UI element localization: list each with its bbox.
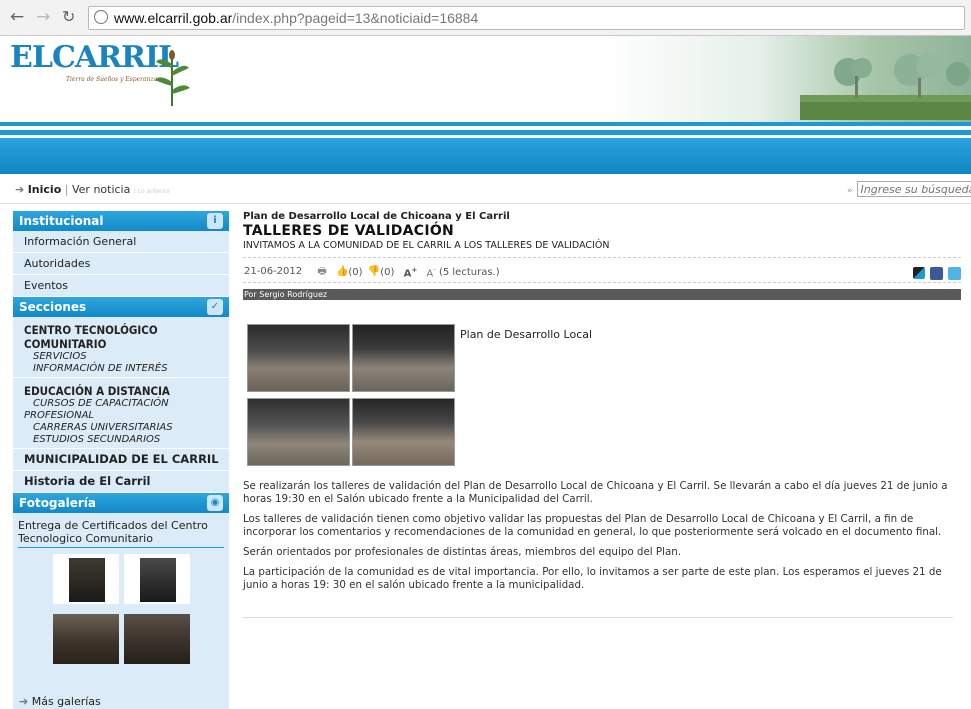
sidebar-subitem-cursos-cont[interactable]: PROFESIONAL: [24, 410, 229, 422]
fotogaleria-header[interactable]: Fotogalería ◉: [13, 493, 229, 513]
sidebar-subitem-carreras[interactable]: CARRERAS UNIVERSITARIAS: [24, 422, 229, 434]
reload-icon[interactable]: ↻: [62, 8, 75, 26]
gallery-thumbnail[interactable]: [53, 554, 119, 604]
search-box: »: [847, 181, 971, 197]
sidebar-group-ctc: CENTRO TECNOLÓGICO COMUNITARIO SERVICIOS…: [13, 317, 229, 378]
gallery-thumbnail[interactable]: [124, 554, 190, 604]
check-icon: ✓: [207, 299, 223, 315]
article-paragraph: Los talleres de validación tienen como o…: [243, 513, 942, 538]
landscape-image: [800, 54, 971, 120]
site-tagline: Tierra de Sueños y Esperanzas: [66, 76, 161, 83]
delicious-icon[interactable]: [912, 267, 925, 279]
gallery-title-link[interactable]: Entrega de Certificados del Centro Tecno…: [18, 519, 224, 548]
increase-font-icon[interactable]: A+: [404, 258, 418, 286]
reads-count: (5 lecturas.): [438, 267, 500, 279]
sidebar-group-educacion: EDUCACIÓN A DISTANCIA CURSOS DE CAPACITA…: [13, 378, 229, 449]
secciones-title: Secciones: [19, 300, 87, 314]
share-buttons: [911, 262, 961, 286]
more-galleries-label: Más galerías: [31, 695, 101, 708]
breadcrumb-bar: ➔ Inicio | Ver noticia | Lo anterior »: [0, 175, 971, 204]
gallery-thumbnail[interactable]: [124, 614, 190, 664]
breadcrumb-trail: | Lo anterior: [133, 188, 171, 195]
sidebar-subitem-cursos[interactable]: CURSOS DE CAPACITACIÓN: [24, 398, 229, 410]
arrow-icon: ➔: [19, 695, 29, 708]
article-end-divider: [243, 617, 953, 618]
header-stripe-gap: [0, 135, 971, 137]
search-input[interactable]: [856, 181, 971, 197]
breadcrumb-home-link[interactable]: Inicio: [28, 183, 62, 196]
plant-logo-icon: [155, 50, 190, 106]
breadcrumb-separator: |: [64, 183, 69, 196]
url-text: www.elcarril.gob.ar/index.php?pageid=13&…: [114, 10, 479, 26]
article-date: 21-06-2012: [244, 266, 303, 278]
breadcrumb-current: Ver noticia: [71, 183, 131, 196]
breadcrumb-arrow-icon: ➔: [15, 183, 25, 196]
article-paragraph: La participación de la comunidad es de v…: [243, 566, 942, 591]
article-title: TALLERES DE VALIDACIÓN: [243, 223, 455, 239]
search-prefix: »: [847, 185, 853, 196]
secciones-header[interactable]: Secciones ✓: [13, 297, 229, 317]
fotogaleria-title: Fotogalería: [19, 496, 97, 510]
sidebar-item-municipalidad[interactable]: MUNICIPALIDAD DE EL CARRIL: [13, 449, 229, 471]
twitter-icon[interactable]: [948, 266, 961, 280]
institucional-title: Institucional: [19, 214, 104, 228]
decrease-font-icon[interactable]: A-: [426, 258, 435, 286]
article-byline: Por Sergio Rodríguez: [243, 289, 961, 300]
likes-count: (0): [348, 267, 363, 279]
article-kicker: Plan de Desarrollo Local de Chicoana y E…: [243, 211, 510, 222]
sidebar-subitem-informacion-interes[interactable]: INFORMACIÓN DE INTERÉS: [24, 363, 229, 375]
article-photo[interactable]: [352, 398, 455, 466]
sidebar-item-eventos[interactable]: Eventos: [13, 275, 229, 297]
dislikes-count: (0): [380, 267, 395, 279]
address-bar[interactable]: www.elcarril.gob.ar/index.php?pageid=13&…: [88, 6, 965, 30]
article-subtitle: INVITAMOS A LA COMUNIDAD DE EL CARRIL A …: [243, 240, 610, 251]
sidebar-item-historia[interactable]: Historia de El Carril: [13, 471, 229, 493]
camera-icon: ◉: [207, 495, 223, 511]
article-photo[interactable]: [247, 398, 350, 466]
info-icon: i: [207, 213, 223, 229]
sidebar-item-informacion-general[interactable]: Información General: [13, 231, 229, 253]
article-photos: Plan de Desarrollo Local: [243, 324, 961, 466]
article-paragraph: Serán orientados por profesionales de di…: [243, 546, 682, 558]
more-galleries-link[interactable]: ➔ Más galerías: [19, 695, 101, 708]
sidebar-item-centro-tecnologico[interactable]: CENTRO TECNOLÓGICO COMUNITARIO: [24, 323, 229, 351]
institucional-header[interactable]: Institucional i: [13, 211, 229, 231]
globe-icon: [94, 10, 108, 24]
forward-arrow-icon[interactable]: →: [36, 8, 50, 26]
sidebar-subitem-secundarios[interactable]: ESTUDIOS SECUNDARIOS: [24, 434, 229, 446]
article-photo[interactable]: [352, 324, 455, 392]
article: Plan de Desarrollo Local de Chicoana y E…: [243, 211, 961, 618]
sidebar-item-autoridades[interactable]: Autoridades: [13, 253, 229, 275]
photo-caption: Plan de Desarrollo Local: [460, 328, 593, 341]
article-paragraph: Se realizarán los talleres de validación…: [243, 480, 948, 505]
article-photo[interactable]: [247, 324, 350, 392]
sidebar-item-educacion-distancia[interactable]: EDUCACIÓN A DISTANCIA: [24, 384, 229, 398]
sidebar-subitem-servicios[interactable]: SERVICIOS: [24, 351, 229, 363]
print-icon[interactable]: 🖶: [317, 260, 326, 284]
thumbs-up-icon[interactable]: 👍: [336, 260, 348, 284]
thumbs-down-icon[interactable]: 👎: [368, 260, 380, 284]
gallery-thumbnail[interactable]: [53, 614, 119, 664]
back-arrow-icon[interactable]: ←: [10, 8, 24, 26]
gallery-thumbnails: [13, 554, 229, 672]
browser-toolbar: ← → ↻ www.elcarril.gob.ar/index.php?page…: [0, 0, 971, 36]
nav-bar: [0, 138, 971, 174]
sidebar: Institucional i Información General Auto…: [13, 211, 229, 709]
breadcrumb: ➔ Inicio | Ver noticia | Lo anterior: [15, 183, 170, 196]
facebook-icon[interactable]: [929, 266, 943, 280]
article-meta: 21-06-2012 🖶 👍(0) 👎(0) A+ A- (5 lecturas…: [243, 257, 961, 283]
